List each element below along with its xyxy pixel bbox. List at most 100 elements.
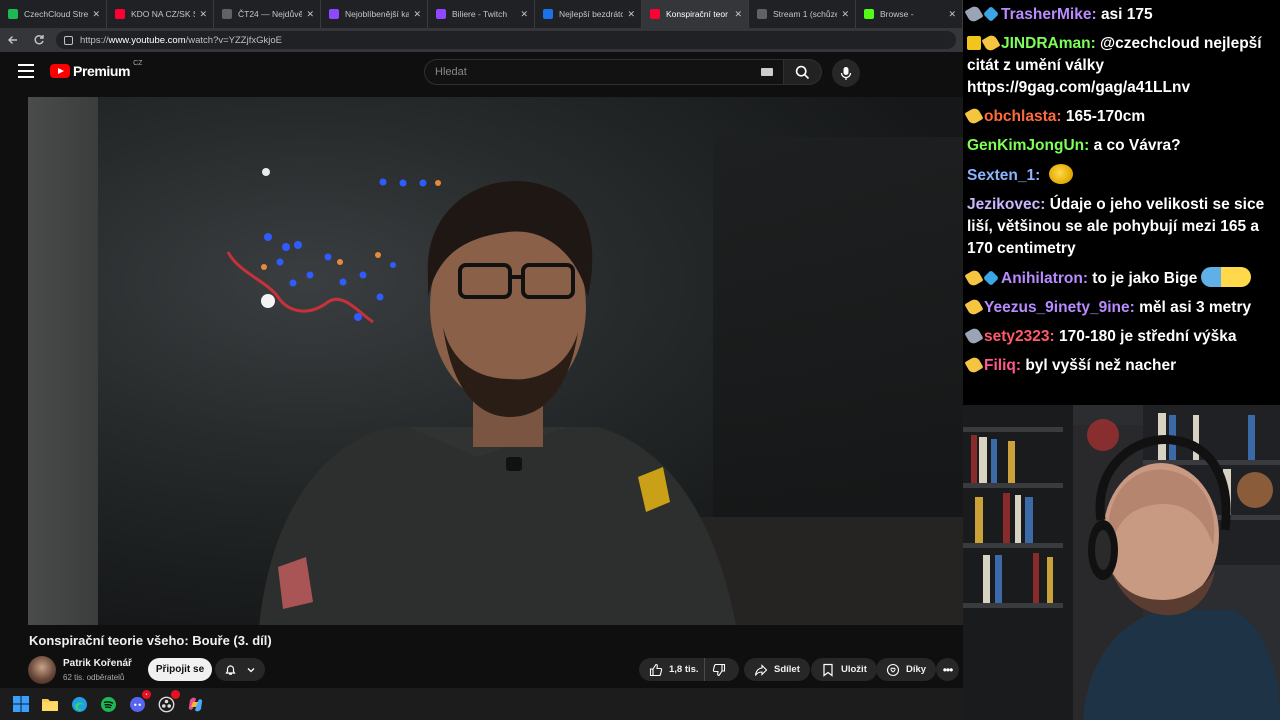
chat-username[interactable]: Sexten_1: [967, 167, 1035, 184]
chat-message: TrasherMike: asi 175: [964, 0, 1276, 29]
thumbs-down-icon: [712, 663, 726, 676]
close-tab-icon[interactable]: ✕: [92, 9, 100, 20]
tab-label: Biliere - Twitch: [452, 9, 508, 19]
channel-avatar[interactable]: [28, 656, 56, 684]
windows-start-button[interactable]: [10, 693, 32, 715]
browser-tab[interactable]: Nejoblíbenější kanály ✕: [321, 0, 428, 28]
like-dislike-group: 1,8 tis.: [639, 658, 739, 681]
chat-username[interactable]: TrasherMike: [1001, 6, 1091, 23]
spotify-icon: [100, 696, 116, 712]
browser-window: CzechCloud Stream✕KDO NA CZ/SK SCÉN✕ČT24…: [0, 0, 963, 688]
url-field[interactable]: https:// www.youtube.com /watch?v=YZZjfx…: [56, 31, 956, 49]
address-bar: https:// www.youtube.com /watch?v=YZZjfx…: [0, 28, 963, 52]
youtube-logo[interactable]: Premium CZ: [50, 60, 142, 79]
chat-message: GenKimJongUn: a co Vávra?: [967, 131, 1276, 160]
url-host: www.youtube.com: [108, 34, 186, 46]
chat-message: JINDRAman: @czechcloud nejlepší citát z …: [967, 29, 1276, 102]
page-icon: [757, 9, 767, 19]
subscriber-count: 62 tis. odběratelů: [63, 673, 125, 682]
file-explorer-button[interactable]: [39, 693, 61, 715]
chat-text: to je jako Bige: [1092, 269, 1198, 287]
chat-emote-icon: [1201, 266, 1252, 287]
page-icon: [543, 9, 553, 19]
chat-username[interactable]: Anihilatron: [1001, 270, 1083, 287]
copilot-button[interactable]: [184, 693, 206, 715]
chat-badge-pick-icon: [964, 3, 984, 24]
browser-tab[interactable]: CzechCloud Stream✕: [0, 0, 107, 28]
dislike-button[interactable]: [705, 658, 739, 681]
url-prefix: https://: [80, 34, 109, 46]
thumbs-up-icon: [649, 663, 663, 676]
close-tab-icon[interactable]: ✕: [413, 9, 421, 20]
thanks-button[interactable]: Díky: [876, 658, 937, 681]
chat-username[interactable]: Yeezus_9inety_9ine: [984, 299, 1130, 316]
browser-tab[interactable]: ČT24 — Nejdůvěryh✕: [214, 0, 321, 28]
search-button[interactable]: [784, 59, 822, 85]
obs-button[interactable]: [155, 690, 180, 715]
video-player[interactable]: [28, 97, 963, 625]
close-tab-icon[interactable]: ✕: [199, 9, 207, 20]
chat-badge-cube-icon: [983, 269, 999, 286]
close-tab-icon[interactable]: ✕: [734, 9, 742, 20]
discord-button[interactable]: •: [126, 690, 151, 715]
browser-tab[interactable]: Stream 1 (schůze PS)✕: [749, 0, 856, 28]
spotify-button[interactable]: [97, 693, 119, 715]
browser-tab[interactable]: Browse - ✕: [856, 0, 963, 28]
chat-message: Filiq: byl vyšší než nacher: [964, 351, 1276, 380]
chat-separator: :: [1015, 356, 1026, 374]
kick-icon: [864, 9, 874, 19]
chat-message: Yeezus_9inety_9ine: měl asi 3 metry: [964, 293, 1276, 322]
channel-name[interactable]: Patrik Kořenář: [63, 658, 132, 669]
browser-tab[interactable]: Konspirační teor ✕: [642, 0, 749, 28]
close-tab-icon[interactable]: ✕: [306, 9, 314, 20]
back-button[interactable]: [0, 28, 26, 52]
share-button[interactable]: Sdílet: [744, 658, 810, 681]
twitch-icon: [329, 9, 339, 19]
close-tab-icon[interactable]: ✕: [627, 9, 635, 20]
browser-tab[interactable]: Nejlepší bezdrátová ✕: [535, 0, 642, 28]
bell-icon: [225, 665, 236, 675]
like-button[interactable]: 1,8 tis.: [639, 658, 705, 681]
guide-menu-button[interactable]: [18, 64, 34, 78]
browser-tab[interactable]: KDO NA CZ/SK SCÉN ✕: [107, 0, 214, 28]
chat-message: Jezikovec: Údaje o jeho velikosti se sic…: [967, 190, 1276, 263]
tab-label: CzechCloud Stream: [24, 9, 89, 19]
copilot-icon: [188, 697, 202, 711]
voice-search-button[interactable]: [832, 59, 860, 87]
url-path: /watch?v=YZZjfxGkjoE: [185, 34, 282, 46]
chat-username[interactable]: GenKimJongUn: [967, 137, 1084, 154]
chat-username[interactable]: JINDRAman: [1001, 35, 1091, 52]
join-button[interactable]: Připojit se: [148, 658, 212, 681]
notification-bell-button[interactable]: [215, 658, 265, 681]
chat-badge-gold-icon: [964, 354, 984, 375]
browser-tab[interactable]: Biliere - Twitch ✕: [428, 0, 535, 28]
reload-button[interactable]: [26, 28, 52, 52]
edge-browser-button[interactable]: [68, 693, 90, 715]
keyboard-icon[interactable]: [761, 68, 773, 76]
chat-username[interactable]: Filiq: [984, 357, 1016, 374]
kick-icon: [8, 9, 18, 19]
chat-separator: :: [1056, 107, 1066, 125]
youtube-header: Premium CZ Hledat: [0, 52, 963, 92]
chat-message: Anihilatron: to je jako Bige: [964, 263, 1276, 293]
reload-icon: [34, 35, 44, 45]
edge-icon: [71, 696, 87, 712]
more-actions-button[interactable]: •••: [936, 658, 959, 681]
save-button[interactable]: Uložit: [811, 658, 877, 681]
chat-username[interactable]: Jezikovec: [967, 196, 1040, 213]
close-tab-icon[interactable]: ✕: [841, 9, 849, 20]
chat-username[interactable]: sety2323: [984, 328, 1050, 345]
channel-row: Patrik Kořenář 62 tis. odběratelů Připoj…: [28, 656, 963, 684]
close-tab-icon[interactable]: ✕: [948, 9, 956, 20]
chat-username[interactable]: obchlasta: [984, 108, 1056, 125]
chat-text: 165-170cm: [1065, 107, 1146, 125]
thanks-icon: [886, 663, 900, 676]
close-tab-icon[interactable]: ✕: [520, 9, 528, 20]
chat-badge-pick-icon: [964, 325, 984, 346]
site-info-icon[interactable]: [64, 35, 73, 45]
more-horizontal-icon: •••: [942, 662, 954, 677]
page-icon: [222, 9, 232, 19]
search-input[interactable]: Hledat: [424, 59, 784, 85]
chat-text: měl asi 3 metry: [1139, 298, 1252, 316]
webcam-feed: [963, 405, 1280, 720]
